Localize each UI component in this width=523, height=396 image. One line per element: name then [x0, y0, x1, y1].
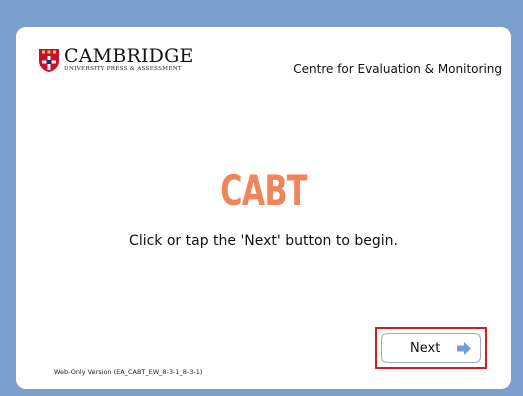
right-arrow-icon [457, 342, 471, 355]
brand-subtitle: UNIVERSITY PRESS & ASSESSMENT [64, 66, 182, 72]
test-title: CABT [220, 166, 307, 215]
next-button[interactable]: Next [381, 333, 481, 363]
brand-name: CAMBRIDGE [64, 45, 194, 67]
next-button-highlight: Next [375, 327, 487, 369]
instruction-text: Click or tap the 'Next' button to begin. [129, 233, 398, 249]
welcome-panel: CAMBRIDGE UNIVERSITY PRESS & ASSESSMENT … [16, 27, 511, 389]
next-button-label: Next [410, 340, 441, 356]
centre-title: Centre for Evaluation & Monitoring [293, 62, 502, 76]
cambridge-shield-icon [39, 49, 59, 72]
version-text: Web-Only Version (EA_CABT_EW_8-3-1_8-3-1… [54, 368, 203, 376]
cambridge-logo: CAMBRIDGE UNIVERSITY PRESS & ASSESSMENT [38, 47, 194, 73]
